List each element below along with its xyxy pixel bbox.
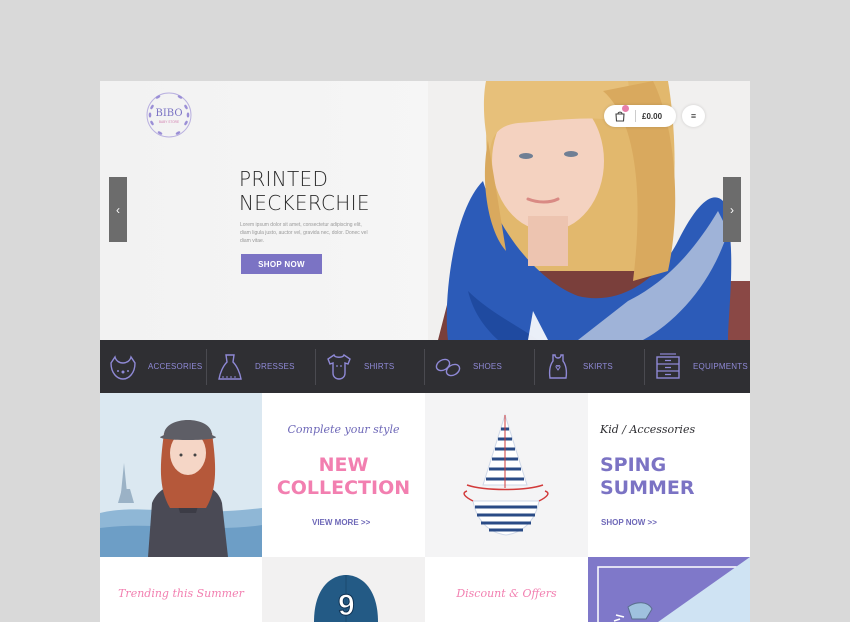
site-logo[interactable]: BIBO BABY STORE	[144, 85, 194, 145]
baseball-cap-image: 9	[262, 557, 425, 622]
chevron-right-icon: ›	[730, 202, 734, 217]
tile-kicker: Discount & Offers	[456, 587, 557, 600]
onesie-icon	[327, 353, 351, 380]
category-equipments[interactable]: EQUIPMENTS	[645, 340, 750, 393]
tile-kicker: Complete your style	[287, 423, 400, 436]
hamburger-icon: ≡	[690, 111, 697, 121]
swimsuit-image	[425, 393, 588, 557]
baby-shoes-icon	[435, 358, 461, 376]
category-label: SKIRTS	[583, 362, 613, 371]
slider-prev-button[interactable]: ‹	[109, 177, 127, 242]
chevron-left-icon: ‹	[116, 202, 120, 217]
promo-tile-spring-summer[interactable]: Kid / Accessories SPING SUMMER SHOP NOW …	[588, 393, 750, 557]
hero-title-line2: NECKERCHIE	[239, 191, 370, 215]
logo-tagline: BABY STORE	[159, 120, 179, 124]
hero-slider: BIBO BABY STORE PRINTED NECKERCHIE Lorem…	[100, 81, 750, 340]
promo-tile-swimsuit[interactable]	[425, 393, 588, 557]
tile-kicker: Kid / Accessories	[600, 423, 696, 436]
view-more-link[interactable]: VIEW MORE >>	[312, 518, 370, 527]
cart-divider	[635, 110, 636, 122]
dresser-icon	[656, 352, 680, 379]
tile-headline: SPING SUMMER	[600, 454, 750, 500]
category-label: ACCESORIES	[148, 362, 203, 371]
shop-now-button[interactable]: SHOP NOW	[241, 254, 322, 274]
page-frame: BIBO BABY STORE PRINTED NECKERCHIE Lorem…	[100, 81, 750, 622]
tile-headline-line2: SUMMER	[600, 477, 695, 499]
cart-count-badge	[622, 105, 629, 112]
tile-headline: NEW COLLECTION	[262, 454, 425, 500]
dress-icon	[218, 353, 242, 380]
category-shoes[interactable]: SHOES	[425, 340, 535, 393]
slider-next-button[interactable]: ›	[723, 177, 741, 242]
tile-kicker: Trending this Summer	[118, 587, 244, 600]
cart-button[interactable]: £0.00	[604, 105, 676, 127]
promo-tile-offer-image[interactable]	[588, 557, 750, 622]
cap-number: 9	[338, 589, 355, 622]
hero-title: PRINTED NECKERCHIE	[239, 167, 370, 215]
bib-icon	[110, 354, 136, 380]
category-label: SHOES	[473, 362, 503, 371]
logo-brand: BIBO	[155, 108, 182, 119]
hero-title-line1: PRINTED	[239, 167, 329, 191]
tile-headline-line1: NEW	[318, 454, 369, 476]
tile-headline-line1: SPING	[600, 454, 667, 476]
category-dresses[interactable]: DRESSES	[207, 340, 316, 393]
category-accesories[interactable]: ACCESORIES	[100, 340, 207, 393]
menu-button[interactable]: ≡	[682, 105, 705, 127]
category-label: EQUIPMENTS	[693, 362, 748, 371]
shop-now-link[interactable]: SHOP NOW >>	[601, 518, 657, 527]
hero-description: Lorem ipsum dolor sit amet, consectetur …	[240, 222, 368, 244]
shopping-bag-icon	[613, 105, 629, 123]
category-nav: ACCESORIES DRESSES SHIRTS SHOES SKIRTS E…	[100, 340, 750, 393]
offer-image	[588, 557, 750, 622]
romper-icon	[548, 353, 568, 379]
girl-hat-image	[100, 393, 262, 557]
promo-tile-girl-hat[interactable]	[100, 393, 262, 557]
tile-headline-line2: COLLECTION	[276, 477, 411, 499]
category-label: DRESSES	[255, 362, 295, 371]
category-skirts[interactable]: SKIRTS	[535, 340, 645, 393]
promo-tile-trending[interactable]: Trending this Summer	[100, 557, 262, 622]
category-shirts[interactable]: SHIRTS	[316, 340, 425, 393]
promo-tile-cap[interactable]: 9	[262, 557, 425, 622]
promo-tile-discount[interactable]: Discount & Offers	[425, 557, 588, 622]
cart-total: £0.00	[642, 111, 663, 121]
category-label: SHIRTS	[364, 362, 395, 371]
promo-tile-new-collection[interactable]: Complete your style NEW COLLECTION VIEW …	[262, 393, 425, 557]
